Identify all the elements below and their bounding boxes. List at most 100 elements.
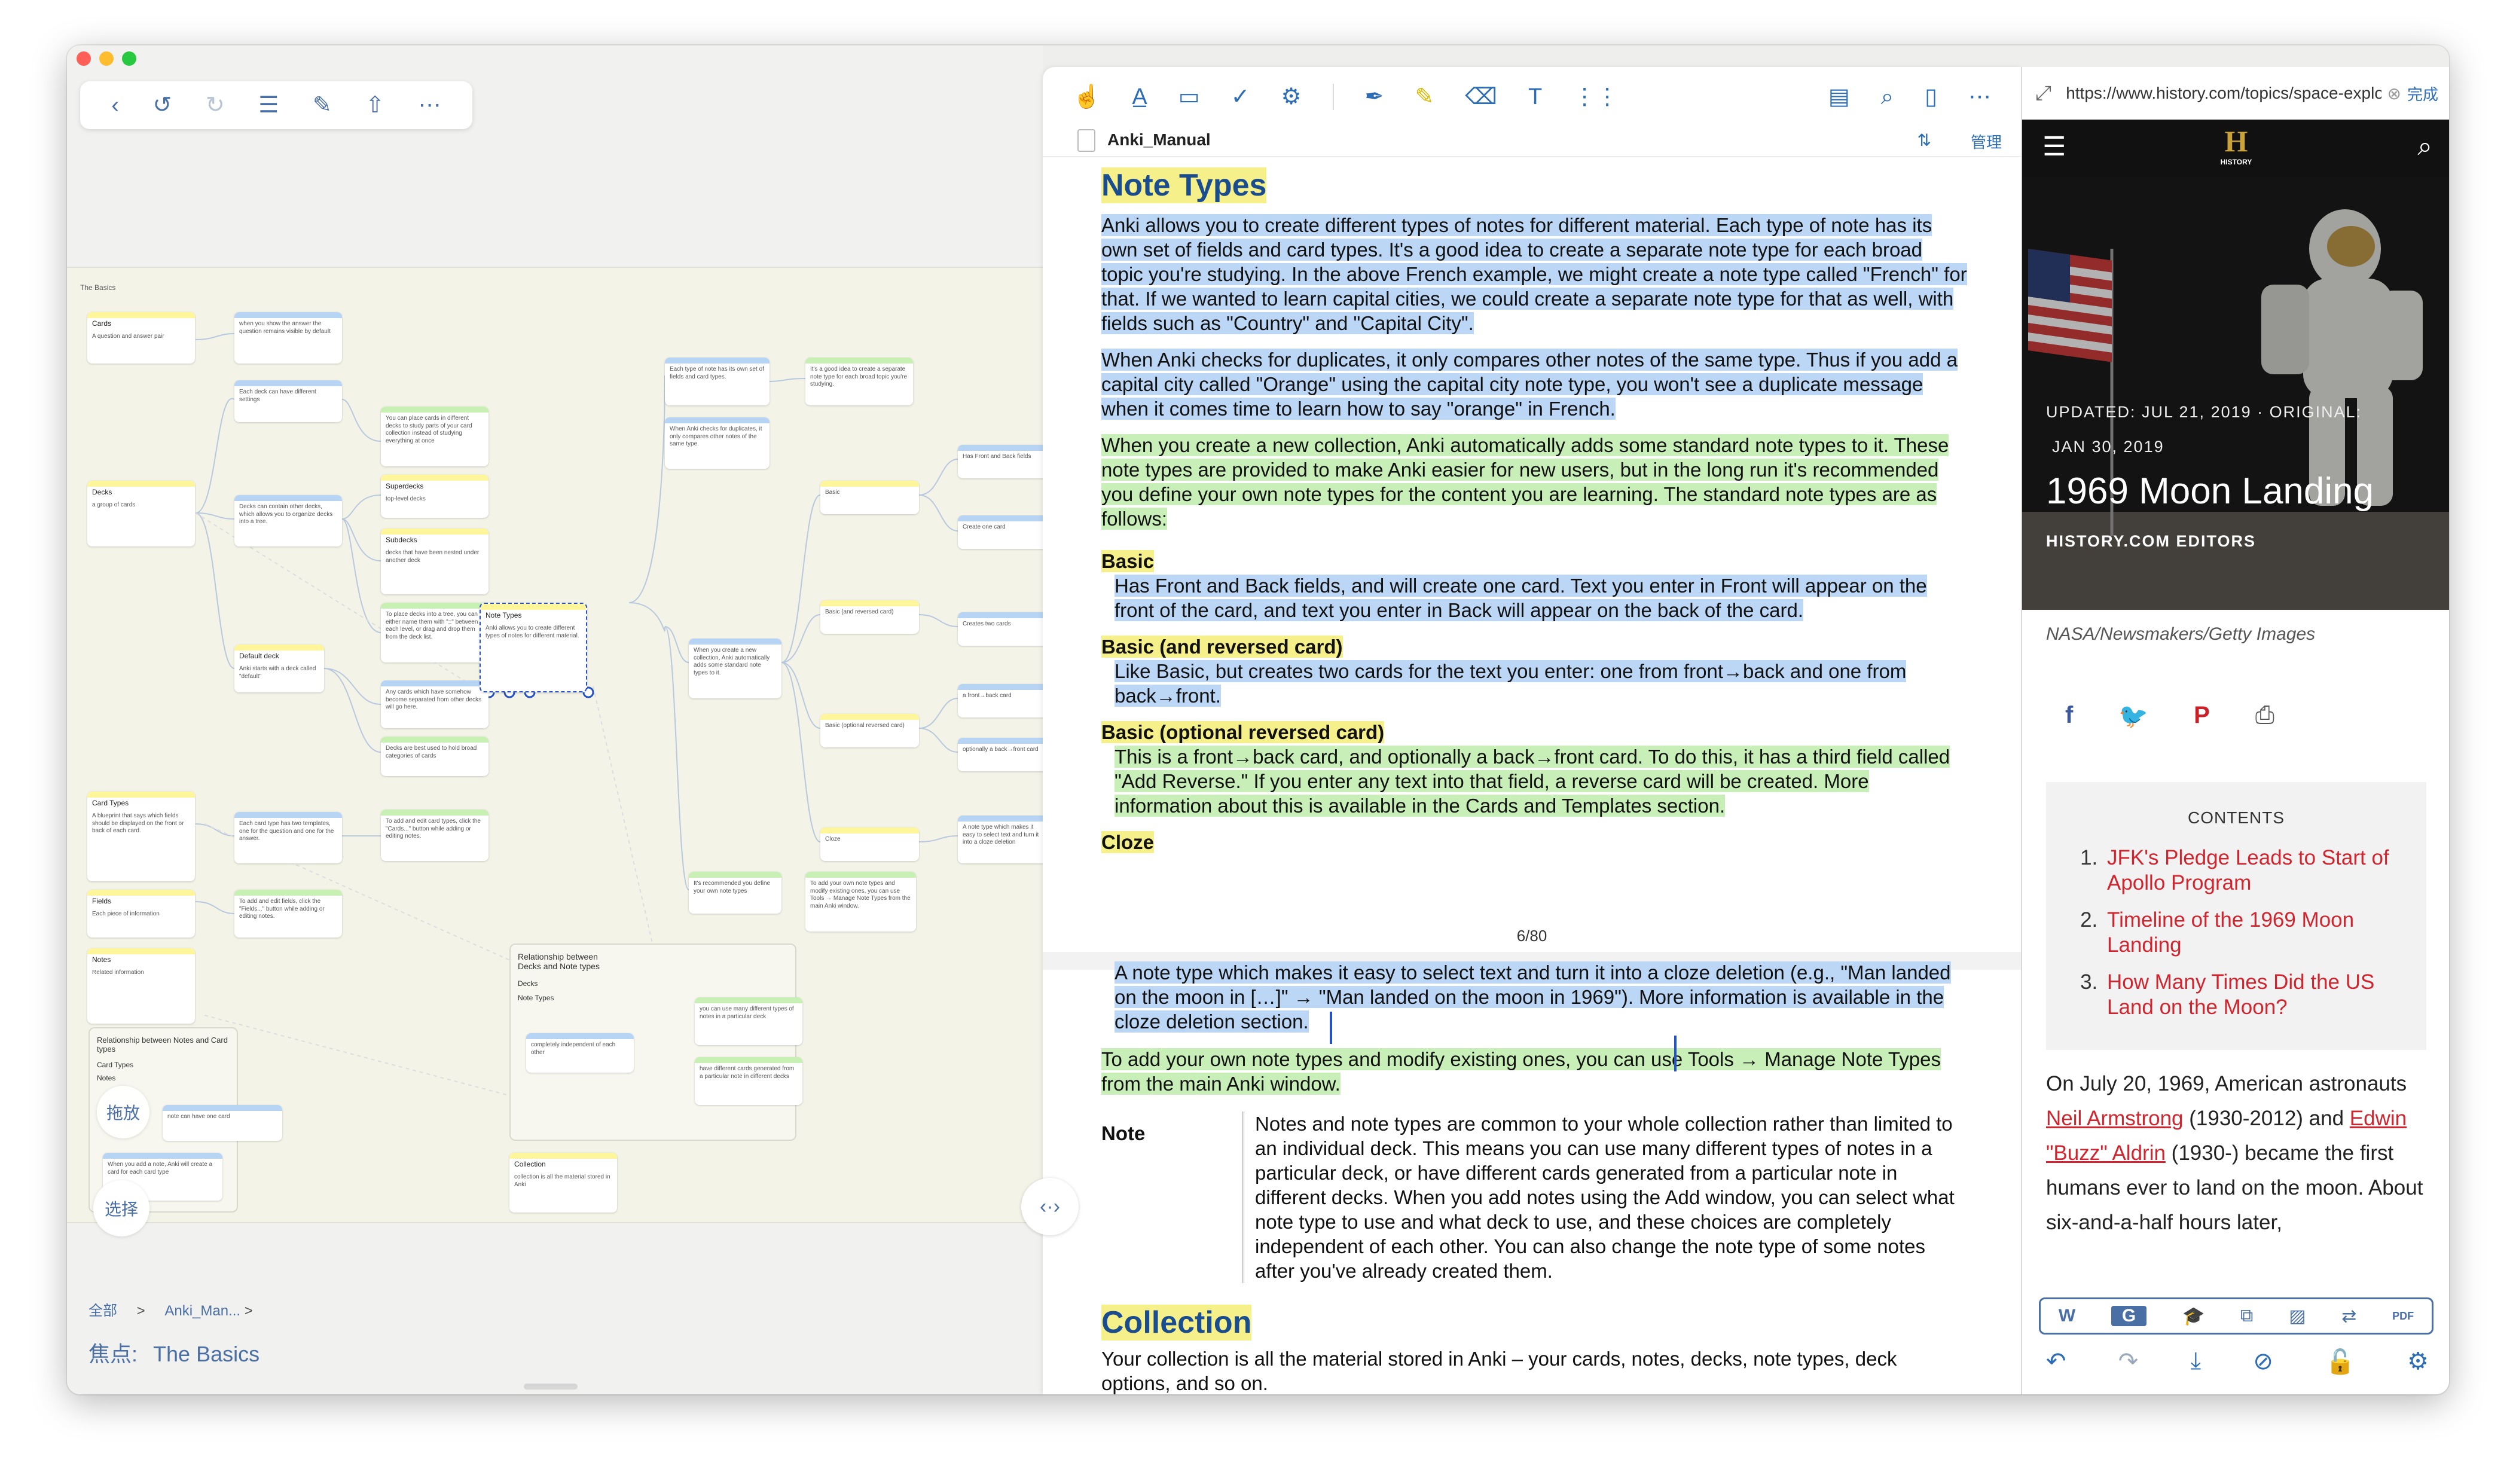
node-many-types[interactable]: you can use many different types of note… [695,997,802,1045]
node-one-card[interactable]: Create one card [958,515,1048,549]
node-cards[interactable]: Cards A question and answer pair [87,312,195,364]
contents-item[interactable]: How Many Times Did the US Land on the Mo… [2103,970,2426,1020]
node-note-types[interactable]: Note Types Anki allows you to create diff… [480,603,587,692]
document-icon[interactable]: ▤ [1828,86,1850,108]
undo-icon[interactable]: ↺ [152,94,172,117]
expand-icon[interactable]: ⤢ [2035,82,2051,105]
history-logo[interactable]: H HISTORY [2212,124,2260,172]
contents-item[interactable]: JFK's Pledge Leads to Start of Apollo Pr… [2103,845,2426,896]
pdf-icon[interactable]: PDF [2392,1310,2414,1323]
wikipedia-icon[interactable]: W [2059,1306,2075,1326]
node-front-back-fields[interactable]: Has Front and Back fields [958,445,1048,478]
node-superdecks[interactable]: Superdecks top-level decks [381,475,488,518]
outline-icon[interactable]: ☰ [258,94,279,117]
node-tools-manage[interactable]: To add your own note types and modify ex… [805,872,916,932]
back-icon[interactable]: ‹ [111,94,119,117]
pen-tool-icon[interactable]: ✒ [1365,86,1384,108]
image-search-icon[interactable]: ▨ [2289,1306,2306,1327]
node-collection[interactable]: Collection collection is all the material… [509,1153,617,1213]
lock-icon[interactable]: 🔓 [2325,1348,2355,1376]
node-recommend-define[interactable]: It's recommended you define your own not… [689,872,781,914]
search-icon[interactable]: ⌕ [1881,86,1894,108]
node-back-front-card[interactable]: optionally a back→front card [958,738,1048,771]
bookmark-icon[interactable]: ▯ [1925,86,1937,108]
mindmap-canvas[interactable]: The Basics Cards A question and answer p… [67,267,1048,1223]
node-fields[interactable]: Fields Each piece of information [87,890,195,938]
node-place-decks[interactable]: To place decks into a tree, you can eith… [381,603,488,662]
node-basic-optional[interactable]: Basic (optional reversed card) [820,714,919,747]
drag-button[interactable]: 拖放 [97,1086,149,1138]
node-own-fields[interactable]: Each type of note has its own set of fie… [665,358,770,405]
node-two-cards[interactable]: Creates two cards [958,612,1048,646]
node-duplicates[interactable]: When Anki checks for duplicates, it only… [665,417,770,469]
node-answer-visible[interactable]: when you show the answer the question re… [234,312,342,364]
node-basic[interactable]: Basic [820,481,919,514]
scholar-icon[interactable]: 🎓 [2182,1306,2204,1327]
pinterest-icon[interactable]: P [2194,702,2210,730]
select-button[interactable]: 选择 [93,1180,149,1236]
node-cloze-desc[interactable]: A note type which makes it easy to selec… [958,816,1048,863]
selection-handle-end[interactable] [1674,1036,1677,1071]
node-decks-tree[interactable]: Decks can contain other decks, which all… [234,495,342,546]
node-separate-type[interactable]: It's a good idea to create a separate no… [805,358,913,405]
highlighter-tool-icon[interactable]: ✎ [1415,86,1434,108]
selection-handle-start[interactable] [1330,1012,1332,1044]
minimize-window-button[interactable] [99,51,114,66]
area-tool-icon[interactable]: ⋮⋮ [1573,86,1619,108]
pointer-tool-icon[interactable]: ☝ [1073,86,1101,108]
node-notes[interactable]: Notes Related information [87,948,195,1024]
forward-icon[interactable]: ↷ [2118,1348,2139,1376]
node-separated-cards[interactable]: Any cards which have somehow become sepa… [381,680,488,728]
compass-icon[interactable]: ⊘ [2253,1348,2273,1376]
google-icon[interactable]: G [2111,1306,2147,1326]
clear-url-icon[interactable]: ⊗ [2387,84,2401,103]
settings-icon[interactable]: ⚙ [2407,1348,2429,1376]
textbox-tool-icon[interactable]: T [1528,86,1542,108]
breadcrumb-root[interactable]: 全部 [88,1303,117,1319]
node-card-types[interactable]: Card Types A blueprint that says which fi… [87,792,195,881]
translate-icon[interactable]: ⧉ [2240,1306,2253,1326]
url-field[interactable]: https://www.history.com/topics/space-exp… [2066,84,2381,103]
node-two-templates[interactable]: Each card type has two templates, one fo… [234,812,342,863]
lasso-tool-icon[interactable]: ✓ [1231,86,1250,108]
breadcrumb-current[interactable]: Anki_Man... [164,1303,240,1319]
twitter-icon[interactable]: 🐦 [2118,702,2148,730]
pane-splitter-button[interactable]: ‹·› [1021,1178,1079,1235]
node-standard-types[interactable]: When you create a new collection, Anki a… [689,639,781,698]
node-independent[interactable]: completely independent of each other [526,1033,634,1073]
node-edit-card-types[interactable]: To add and edit card types, click the "C… [381,810,488,861]
download-icon[interactable]: ⤓ [2190,1348,2201,1376]
node-basic-reversed[interactable]: Basic (and reversed card) [820,600,919,634]
node-deck-settings[interactable]: Each deck can have different settings [234,380,342,422]
sort-icon[interactable]: ⇅ [1917,130,1931,150]
hero-author[interactable]: HISTORY.COM EDITORS [2046,532,2256,551]
doc-title[interactable]: Anki_Manual [1107,130,1211,149]
more-icon[interactable]: ⋯ [1968,86,1991,108]
zoom-window-button[interactable] [122,51,136,66]
search-icon[interactable]: ⌕ [2417,132,2432,161]
link-neil-armstrong[interactable]: Neil Armstrong [2046,1107,2184,1130]
node-one-card-note[interactable]: note can have one card [163,1105,282,1141]
node-decks[interactable]: Decks a group of cards [87,481,195,546]
redo-icon[interactable]: ↻ [206,94,225,117]
shape-tool-icon[interactable]: ⚙ [1281,86,1301,108]
eraser-tool-icon[interactable]: ⌫ [1465,86,1497,108]
node-place-cards[interactable]: You can place cards in different decks t… [381,407,488,466]
facebook-icon[interactable]: f [2065,702,2073,730]
node-default-deck[interactable]: Default deck Anki starts with a deck call… [234,645,324,692]
text-tool-icon[interactable]: A̲ [1132,86,1147,108]
back-icon[interactable]: ↶ [2046,1348,2066,1376]
close-window-button[interactable] [77,51,91,66]
more-icon[interactable]: ⋯ [419,94,441,117]
contents-item[interactable]: Timeline of the 1969 Moon Landing [2103,908,2426,958]
dictionary-icon[interactable]: ⇄ [2341,1306,2356,1327]
edit-icon[interactable]: ✎ [313,94,332,117]
done-button[interactable]: 完成 [2407,83,2438,105]
node-different-cards[interactable]: have different cards generated from a pa… [695,1057,802,1105]
focus-value[interactable]: The Basics [153,1342,259,1366]
share-icon[interactable]: ⇧ [365,94,384,117]
rect-tool-icon[interactable]: ▭ [1178,86,1200,108]
node-subdecks[interactable]: Subdecks decks that have been nested unde… [381,529,488,594]
manage-button[interactable]: 管理 [1971,130,2002,152]
menu-icon[interactable]: ☰ [2042,132,2066,162]
